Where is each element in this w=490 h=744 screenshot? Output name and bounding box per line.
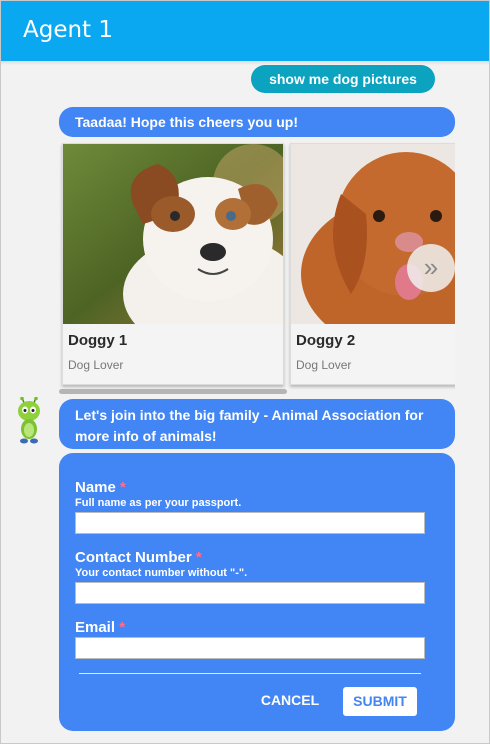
name-input[interactable] [75, 512, 425, 534]
contact-number-label-text: Contact Number [75, 549, 192, 566]
dog-photo-1 [63, 144, 283, 324]
card-title: Doggy 2 [296, 332, 356, 349]
bot-message-bubble: Taadaa! Hope this cheers you up! [59, 107, 455, 137]
user-message-bubble: show me dog pictures [251, 65, 435, 93]
card-title: Doggy 1 [68, 332, 128, 349]
email-label-text: Email [75, 619, 116, 636]
contact-number-hint: Your contact number without "-". [75, 567, 248, 579]
carousel-card[interactable]: Doggy 1 Dog Lover [62, 143, 284, 385]
required-mark: * [195, 549, 202, 566]
card-subtitle: Dog Lover [296, 358, 352, 372]
bot-avatar-icon [15, 396, 43, 445]
name-label-text: Name [75, 479, 116, 496]
cancel-button[interactable]: CANCEL [253, 689, 327, 719]
bot-message-bubble: Let's join into the big family - Animal … [59, 399, 455, 449]
agent-title: Agent 1 [23, 17, 114, 43]
name-label: Name * [75, 479, 126, 496]
card-subtitle: Dog Lover [68, 358, 124, 372]
contact-number-input[interactable] [75, 582, 425, 604]
email-input[interactable] [75, 637, 425, 659]
chat-header: Agent 1 [1, 1, 489, 61]
form-divider [79, 673, 421, 674]
name-hint: Full name as per your passport. [75, 497, 242, 509]
email-label: Email * [75, 619, 125, 636]
dog-photo-2 [291, 144, 455, 324]
carousel-scrollbar[interactable] [59, 389, 287, 394]
contact-number-label: Contact Number * [75, 549, 202, 566]
carousel-next-icon[interactable]: » [407, 244, 455, 292]
image-carousel[interactable]: Doggy 1 Dog Lover Doggy 2 Dog Lover » [59, 141, 455, 393]
required-mark: * [119, 619, 126, 636]
required-mark: * [120, 479, 126, 496]
chat-window: Agent 1 show me dog pictures Taadaa! Hop… [0, 0, 490, 744]
submit-button[interactable]: SUBMIT [343, 687, 417, 716]
signup-form: Name * Full name as per your passport. C… [59, 453, 455, 731]
